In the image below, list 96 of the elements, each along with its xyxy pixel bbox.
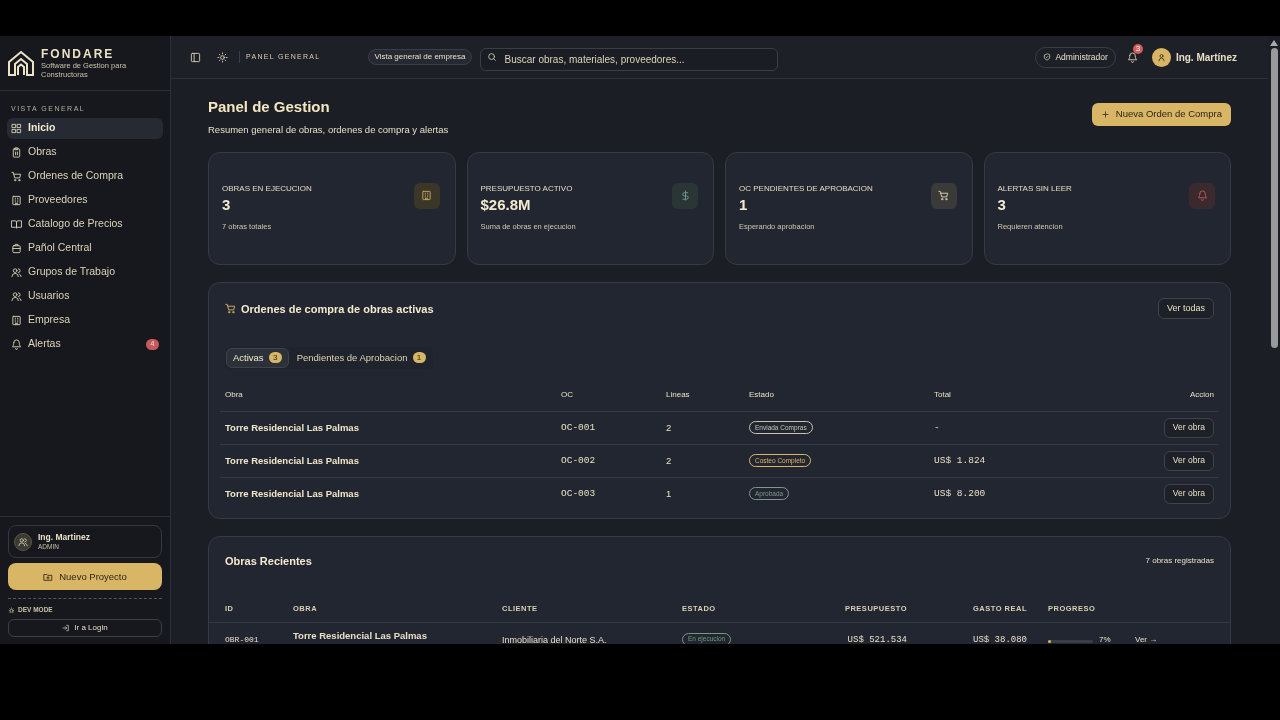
count-badge: 1 [412,352,426,364]
user-name[interactable]: Ing. Martínez [1175,49,1237,65]
column-header: Obra [225,389,244,402]
table-cell-text: 1 [666,486,673,501]
sidebar-item[interactable]: Obras [7,141,163,163]
table-cell-text: OC-002 [561,453,597,468]
page-subtitle: Resumen general de obras, ordenes de compra y alertas [208,122,449,137]
sidebar-toggle-icon[interactable] [190,51,201,63]
login-icon [62,624,71,632]
cart-icon [11,170,22,182]
person-icon [1156,52,1166,62]
building-icon [421,190,432,202]
search-field[interactable]: Buscar obras, materiales, proveedores... [479,47,778,71]
table-cell-text: Torre Residencial Las Palmas [225,420,360,435]
filter-tab[interactable]: Pendientes de Aprobacion 1 [290,347,432,368]
notification-count: 3 [1132,43,1143,54]
table-cell-text: Torre Residencial Las Palmas [293,628,428,643]
sidebar-item[interactable]: Ordenes de Compra [7,165,163,187]
book-icon [11,218,22,230]
sidebar-item[interactable]: Inicio [7,117,163,139]
cart-icon [225,303,236,315]
stat-value: $26.8M [480,194,531,215]
clipboard-icon [11,146,22,158]
table-cell-text: US$ 38.080 [973,633,1027,644]
sidebar-item[interactable]: Catalogo de Precios [7,213,163,235]
house-logo-icon [7,49,35,77]
building-icon [11,194,22,206]
table-cell-text: Torre Residencial Las Palmas [225,486,360,501]
panel-icon [190,51,201,63]
stat-label: PRESUPUESTO ACTIVO [480,182,573,195]
stat-value: 3 [222,194,231,215]
table-cell-text: US$ 1.824 [934,453,987,468]
sidebar-item[interactable]: Proveedores [7,189,163,211]
progress-value: 7% [1099,633,1111,644]
table-cell-text: 2 [666,420,673,435]
panel-title: Ordenes de compra de obras activas [241,301,434,317]
panel-title: Obras Recientes [225,553,312,569]
bell-icon [11,338,22,350]
column-header: Lineas [666,389,691,402]
plus-icon [1100,110,1110,119]
bell-icon [1126,51,1138,63]
grid-icon [11,122,22,134]
sidebar-item[interactable]: Pañol Central [7,237,163,259]
new-project-button[interactable]: Nuevo Proyecto [8,563,162,591]
filter-tab[interactable]: Activas 3 [226,347,289,368]
users-icon [18,536,28,547]
view-link[interactable]: Ver → [1121,628,1214,644]
search-icon [486,51,497,62]
user-name: Ing. Martinez [38,531,90,542]
shield-icon [1043,53,1052,61]
table-cell-text: OC-001 [561,420,597,435]
page-title: Panel de Gestion [208,97,331,117]
bell-icon [1196,190,1208,202]
sidebar-item[interactable]: Empresa [7,309,163,331]
stat-value: 1 [739,194,748,215]
view-button[interactable]: Ver obra [1163,417,1214,438]
view-button[interactable]: Ver obra [1163,483,1214,504]
table-cell-text: Inmobiliaria del Norte S.A. [502,633,608,644]
folder-plus-icon [43,571,54,582]
users-icon [11,290,22,302]
scope-badge: Vista general de empresa [368,49,472,65]
table-cell-text: Torre Residencial Las Palmas [225,453,360,468]
notifications-button[interactable] [1126,51,1138,63]
view-button[interactable]: Ver obra [1163,450,1214,471]
briefcase-icon [11,242,22,254]
users-icon [11,266,22,278]
column-header: Accion [1190,389,1214,402]
building-icon [11,314,22,326]
brand-name: FONDARE [41,47,116,61]
table-cell-text: OC-003 [561,486,597,501]
login-button[interactable]: Ir a Login [8,619,162,637]
sidebar-item[interactable]: Grupos de Trabajo [7,261,163,283]
stat-label: OC PENDIENTES DE APROBACION [739,182,873,195]
stat-label: ALERTAS SIN LEER [997,182,1072,195]
theme-toggle-icon[interactable] [217,51,228,63]
table-cell-text: US$ 8.200 [934,486,987,501]
sidebar-item[interactable]: Usuarios [7,285,163,307]
panel-count: 7 obras registradas [1145,554,1214,567]
sun-icon [217,51,228,63]
column-header: OC [561,389,574,402]
table-cell-text: US$ 521.534 [847,633,907,644]
bug-icon [8,606,15,614]
new-order-button[interactable]: Nueva Orden de Compra [1091,103,1231,126]
dollar-icon [679,190,691,202]
user-avatar[interactable] [1151,47,1171,67]
table-cell-text: OBR-001 [225,633,260,644]
cart-icon [938,190,949,202]
table-cell-text: 2 [666,453,673,468]
stat-label: OBRAS EN EJECUCION [222,182,312,195]
scroll-up-icon[interactable] [1270,40,1278,46]
column-header: Total [934,389,952,402]
table-cell-text: - [934,420,941,435]
count-badge: 3 [268,352,282,364]
column-header: Estado [749,389,775,402]
stat-value: 3 [997,194,1006,215]
view-all-button[interactable]: Ver todas [1157,298,1214,320]
